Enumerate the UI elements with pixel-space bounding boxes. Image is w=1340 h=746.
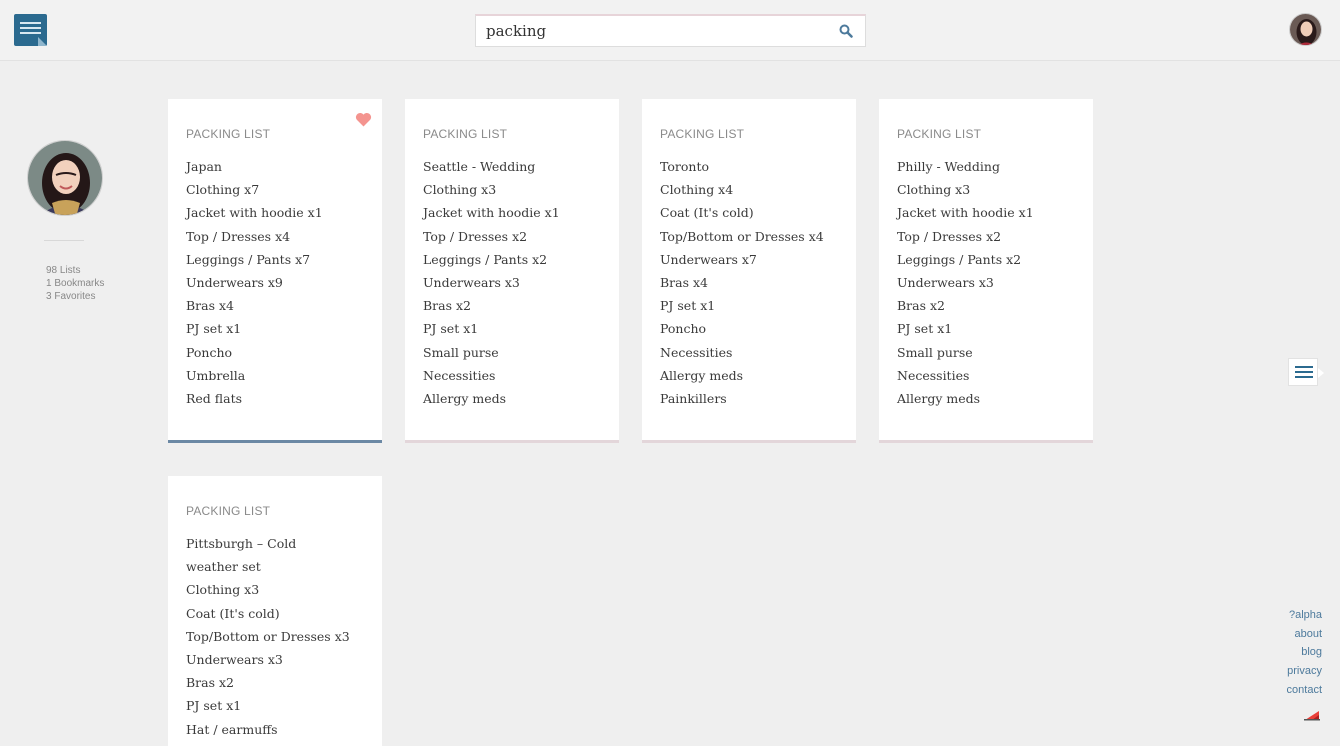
list-item: Japan	[186, 159, 222, 174]
list-item: Pittsburgh – Cold weather set	[186, 536, 297, 575]
list-item: Umbrella	[186, 367, 246, 383]
list-item: Philly - Wedding	[897, 159, 1000, 174]
packing-list-card[interactable]: PACKING LIST Pittsburgh – Cold weather s…	[168, 476, 382, 746]
list-item: Clothing x7	[186, 182, 260, 198]
list-item: Bras x2	[423, 298, 472, 314]
list-item: Poncho	[186, 344, 233, 360]
link-privacy[interactable]: privacy	[1287, 662, 1322, 681]
list-item: Leggings / Pants x7	[186, 251, 311, 267]
list-item: Seattle - Wedding	[423, 159, 536, 174]
list-item: Leggings / Pants x2	[423, 251, 548, 267]
list-item: Small purse	[423, 344, 499, 360]
list-item: Jacket with hoodie x1	[423, 205, 560, 221]
link-about[interactable]: about	[1287, 625, 1322, 644]
list-item: Coat (It's cold)	[186, 605, 280, 621]
list-item: PJ set x1	[186, 321, 242, 337]
list-item: Coat (It's cold)	[660, 205, 754, 221]
list-item: Underwears x3	[423, 275, 520, 291]
list-item: Underwears x3	[186, 652, 283, 668]
menu-icon[interactable]	[14, 14, 47, 46]
list-item: PJ set x1	[186, 698, 242, 714]
list-item: Red flats	[186, 391, 243, 407]
list-item: Necessities	[660, 344, 733, 360]
list-item: Clothing x4	[660, 182, 734, 198]
top-bar	[0, 0, 1340, 61]
list-item: Bras x4	[186, 298, 235, 314]
card-title: PACKING LIST	[423, 127, 508, 141]
list-item: Hat / earmuffs	[186, 721, 278, 737]
list-item: Poncho	[660, 321, 707, 337]
search-box	[475, 14, 866, 47]
packing-list-card[interactable]: PACKING LIST Seattle - Wedding Clothing …	[405, 99, 619, 443]
list-item: Underwears x7	[660, 251, 757, 267]
list-item: Clothing x3	[897, 182, 971, 198]
card-title: PACKING LIST	[897, 127, 982, 141]
list-item: Small purse	[897, 344, 973, 360]
list-item: Toronto	[660, 159, 709, 174]
packing-list-card[interactable]: PACKING LIST Toronto Clothing x4 Coat (I…	[642, 99, 856, 443]
user-avatar[interactable]	[1289, 13, 1322, 46]
list-item: Clothing x3	[186, 582, 260, 598]
card-items: Seattle - Wedding Clothing x3 Jacket wit…	[423, 155, 603, 410]
side-menu-toggle[interactable]	[1288, 358, 1324, 386]
list-item: Bras x4	[660, 275, 709, 291]
list-item: Clothing x3	[423, 182, 497, 198]
stat-lists[interactable]: 98 Lists	[46, 264, 104, 277]
list-item: Necessities	[423, 367, 496, 383]
list-item: Necessities	[897, 367, 970, 383]
link-contact[interactable]: contact	[1287, 681, 1322, 700]
card-items: Pittsburgh – Cold weather set Clothing x…	[186, 532, 351, 741]
list-item: Top / Dresses x4	[186, 228, 291, 244]
stat-favorites[interactable]: 3 Favorites	[46, 290, 104, 303]
list-item: Jacket with hoodie x1	[186, 205, 323, 221]
list-item: Underwears x3	[897, 275, 994, 291]
list-item: Allergy meds	[897, 391, 981, 407]
heart-icon[interactable]	[355, 112, 372, 127]
card-items: Philly - Wedding Clothing x3 Jacket with…	[897, 155, 1077, 410]
list-item: Top/Bottom or Dresses x4	[660, 228, 824, 244]
list-item: Top / Dresses x2	[897, 228, 1002, 244]
card-title: PACKING LIST	[186, 127, 271, 141]
list-item: PJ set x1	[423, 321, 479, 337]
stat-bookmarks[interactable]: 1 Bookmarks	[46, 277, 104, 290]
list-item: Painkillers	[660, 391, 727, 407]
link-alpha[interactable]: ?alpha	[1287, 606, 1322, 625]
list-item: Bras x2	[897, 298, 946, 314]
card-title: PACKING LIST	[660, 127, 745, 141]
link-blog[interactable]: blog	[1287, 643, 1322, 662]
list-item: Leggings / Pants x2	[897, 251, 1022, 267]
packing-list-card[interactable]: PACKING LIST Japan Clothing x7 Jacket wi…	[168, 99, 382, 443]
list-item: Jacket with hoodie x1	[897, 205, 1034, 221]
card-title: PACKING LIST	[186, 504, 271, 518]
list-item: Top/Bottom or Dresses x3	[186, 628, 350, 644]
footer-links: ?alpha about blog privacy contact	[1287, 606, 1322, 700]
packing-list-card[interactable]: PACKING LIST Philly - Wedding Clothing x…	[879, 99, 1093, 443]
profile-stats: 98 Lists 1 Bookmarks 3 Favorites	[46, 264, 104, 303]
search-input[interactable]	[476, 16, 826, 46]
list-item: PJ set x1	[897, 321, 953, 337]
list-item: Top / Dresses x2	[423, 228, 528, 244]
profile-divider	[44, 240, 84, 241]
card-items: Toronto Clothing x4 Coat (It's cold) Top…	[660, 155, 840, 410]
card-items: Japan Clothing x7 Jacket with hoodie x1 …	[186, 155, 366, 410]
logo-icon	[1304, 711, 1320, 721]
list-item: Allergy meds	[423, 391, 507, 407]
list-item: PJ set x1	[660, 298, 716, 314]
list-item: Bras x2	[186, 675, 235, 691]
list-item: Underwears x9	[186, 275, 283, 291]
profile-avatar[interactable]	[27, 140, 103, 216]
search-icon[interactable]	[839, 24, 853, 38]
list-item: Allergy meds	[660, 367, 744, 383]
